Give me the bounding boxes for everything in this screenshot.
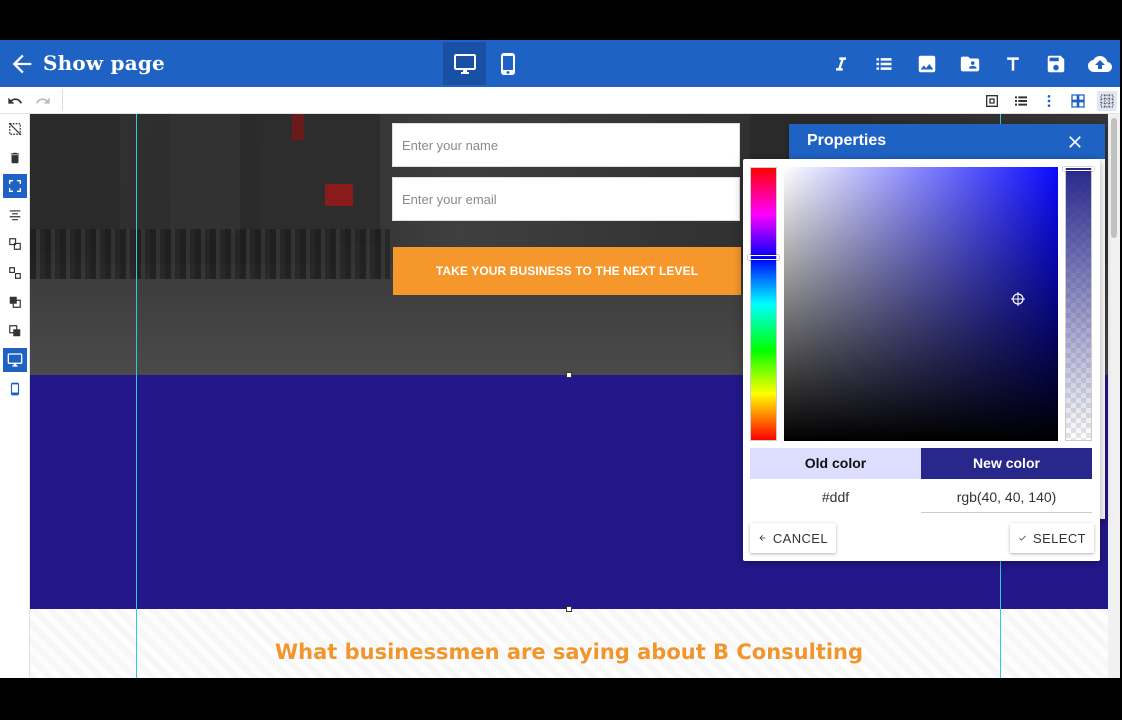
hero-background-sign: [292, 114, 304, 140]
desktop-mode-icon[interactable]: [3, 348, 27, 372]
old-color-value: #ddf: [821, 489, 850, 505]
deselect-icon[interactable]: [3, 117, 27, 141]
hue-slider-handle[interactable]: [748, 255, 779, 260]
send-back-icon[interactable]: [3, 319, 27, 343]
list-icon[interactable]: [872, 52, 896, 76]
app-header: Show page: [0, 40, 1120, 87]
close-icon[interactable]: [1065, 132, 1085, 152]
cancel-label: CANCEL: [772, 530, 828, 546]
mobile-mode-icon[interactable]: [3, 377, 27, 401]
cta-button[interactable]: TAKE YOUR BUSINESS TO THE NEXT LEVEL: [393, 247, 741, 295]
resize-handle-top[interactable]: [566, 372, 572, 378]
properties-header: Properties: [789, 124, 1105, 159]
hero-background-crowd: [30, 229, 390, 279]
fit-frame-icon[interactable]: [982, 91, 1002, 111]
more-vert-icon[interactable]: [1039, 91, 1059, 111]
cancel-button[interactable]: CANCEL: [750, 523, 836, 553]
align-center-icon[interactable]: [3, 203, 27, 227]
left-tool-column: [0, 114, 30, 678]
old-color-swatch[interactable]: Old color: [750, 448, 921, 479]
select-label: SELECT: [1033, 530, 1086, 546]
mobile-view-button[interactable]: [486, 42, 529, 85]
select-button[interactable]: SELECT: [1010, 523, 1094, 553]
save-icon[interactable]: [1044, 52, 1068, 76]
new-color-swatch: New color: [921, 448, 1092, 479]
page-title: Show page: [43, 51, 165, 75]
fullwidth-icon[interactable]: [3, 174, 27, 198]
hero-background-building: [260, 114, 380, 244]
canvas-scrollbar[interactable]: [1108, 114, 1120, 678]
text-icon[interactable]: [1001, 52, 1025, 76]
toolbar-divider: [62, 89, 63, 111]
hero-background-building: [170, 114, 240, 234]
layers-list-icon[interactable]: [1011, 91, 1031, 111]
ungroup-icon[interactable]: [3, 261, 27, 285]
group-icon[interactable]: [3, 232, 27, 256]
mobile-icon: [500, 52, 515, 75]
dotted-grid-icon[interactable]: [1097, 91, 1117, 111]
bring-front-icon[interactable]: [3, 290, 27, 314]
redo-icon[interactable]: [33, 91, 53, 111]
testimonials-title: What businessmen are saying about B Cons…: [274, 640, 864, 664]
hero-background-sign: [325, 184, 353, 206]
resize-handle-bottom[interactable]: [566, 606, 572, 612]
scrollbar-thumb[interactable]: [1111, 118, 1117, 238]
editor-toolbar: [0, 87, 1120, 114]
hue-slider[interactable]: [750, 167, 777, 441]
image-icon[interactable]: [915, 52, 939, 76]
cloud-upload-icon[interactable]: [1088, 52, 1112, 76]
back-arrow-icon[interactable]: [8, 50, 36, 78]
grid-layout-icon[interactable]: [1068, 91, 1088, 111]
guide-line-left: [136, 114, 137, 678]
arrow-left-icon: [759, 535, 766, 541]
alpha-slider-handle[interactable]: [1063, 167, 1094, 171]
alpha-slider[interactable]: [1065, 167, 1092, 441]
new-color-input[interactable]: rgb(40, 40, 140): [921, 489, 1092, 513]
crosshair-cursor-icon[interactable]: [1011, 292, 1025, 306]
check-icon: [1019, 535, 1026, 541]
desktop-icon: [453, 53, 476, 74]
color-picker-dialog: Old color New color #ddf rgb(40, 40, 140…: [743, 159, 1100, 561]
undo-icon[interactable]: [5, 91, 25, 111]
name-input[interactable]: Enter your name: [392, 123, 740, 167]
properties-title: Properties: [807, 132, 887, 149]
folder-user-icon[interactable]: [958, 52, 982, 76]
italic-icon[interactable]: [829, 52, 853, 76]
email-input[interactable]: Enter your email: [392, 177, 740, 221]
desktop-view-button[interactable]: [443, 42, 486, 85]
delete-icon[interactable]: [3, 146, 27, 170]
saturation-value-area[interactable]: [784, 167, 1058, 441]
